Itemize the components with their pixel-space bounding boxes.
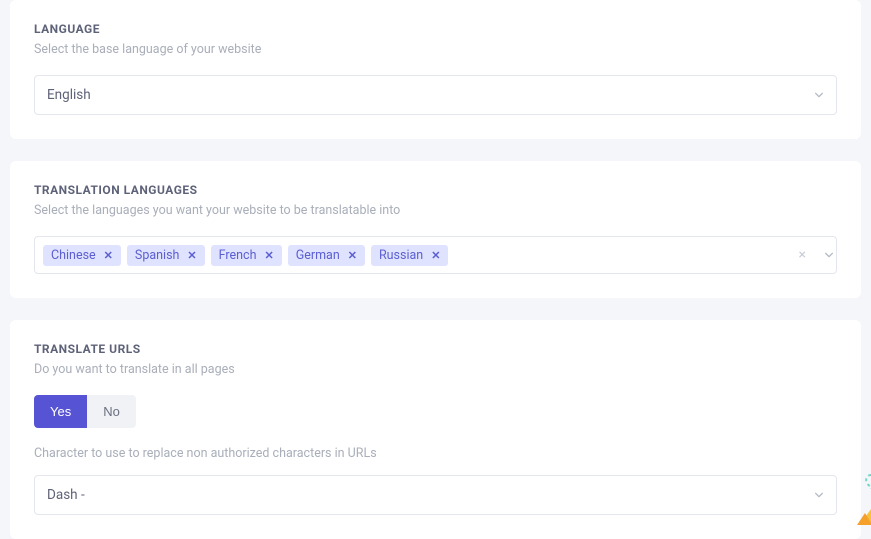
- tag-french[interactable]: French ✕: [211, 245, 282, 266]
- tag-label: Russian: [379, 248, 423, 263]
- translation-title: TRANSLATION LANGUAGES: [34, 183, 837, 197]
- char-replace-description: Character to use to replace non authoriz…: [34, 446, 837, 461]
- language-select[interactable]: English: [34, 75, 837, 115]
- language-title: LANGUAGE: [34, 22, 837, 36]
- translate-urls-card: TRANSLATE URLS Do you want to translate …: [10, 320, 861, 539]
- tag-label: Spanish: [135, 248, 180, 263]
- chevron-down-icon: [814, 90, 824, 100]
- tag-german[interactable]: German ✕: [288, 245, 365, 266]
- tag-remove-icon[interactable]: ✕: [431, 249, 440, 262]
- clear-all-icon[interactable]: ×: [793, 247, 812, 263]
- tag-label: German: [296, 248, 340, 263]
- char-replace-value: Dash -: [47, 487, 814, 503]
- tag-remove-icon[interactable]: ✕: [264, 249, 273, 262]
- tag-label: French: [219, 248, 257, 263]
- chevron-down-icon: [814, 490, 824, 500]
- translate-toggle-group: Yes No: [34, 395, 136, 428]
- chevron-down-icon: [818, 250, 828, 260]
- tag-remove-icon[interactable]: ✕: [104, 249, 113, 262]
- translate-urls-description: Do you want to translate in all pages: [34, 362, 837, 377]
- translation-description: Select the languages you want your websi…: [34, 203, 837, 218]
- tag-chinese[interactable]: Chinese ✕: [43, 245, 121, 266]
- tag-spanish[interactable]: Spanish ✕: [127, 245, 205, 266]
- language-description: Select the base language of your website: [34, 42, 837, 57]
- translate-yes-button[interactable]: Yes: [34, 395, 87, 428]
- translate-urls-title: TRANSLATE URLS: [34, 342, 837, 356]
- translation-tags-container: Chinese ✕ Spanish ✕ French ✕ German ✕ Ru…: [43, 245, 787, 266]
- translation-card: TRANSLATION LANGUAGES Select the languag…: [10, 161, 861, 298]
- translate-no-button[interactable]: No: [87, 395, 136, 428]
- language-select-value: English: [47, 87, 814, 103]
- language-card: LANGUAGE Select the base language of you…: [10, 0, 861, 139]
- translation-multiselect[interactable]: Chinese ✕ Spanish ✕ French ✕ German ✕ Ru…: [34, 236, 837, 274]
- tag-remove-icon[interactable]: ✕: [187, 249, 196, 262]
- char-replace-select[interactable]: Dash -: [34, 475, 837, 515]
- tag-russian[interactable]: Russian ✕: [371, 245, 448, 266]
- tag-label: Chinese: [51, 248, 96, 263]
- tag-remove-icon[interactable]: ✕: [348, 249, 357, 262]
